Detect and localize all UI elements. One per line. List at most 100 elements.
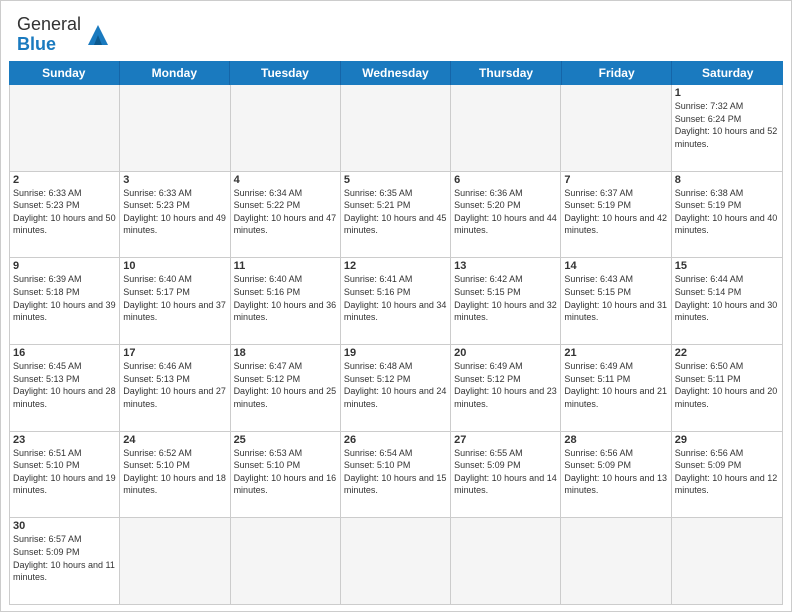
day-cell-15: 15Sunrise: 6:44 AMSunset: 5:14 PMDayligh… xyxy=(672,258,782,344)
day-cell-17: 17Sunrise: 6:46 AMSunset: 5:13 PMDayligh… xyxy=(120,345,230,431)
day-number: 2 xyxy=(13,174,116,186)
day-number: 8 xyxy=(675,174,779,186)
sun-info: Sunrise: 6:56 AMSunset: 5:09 PMDaylight:… xyxy=(564,447,667,497)
col-header-wednesday: Wednesday xyxy=(341,61,452,85)
sun-info: Sunrise: 6:52 AMSunset: 5:10 PMDaylight:… xyxy=(123,447,226,497)
day-number: 13 xyxy=(454,260,557,272)
sun-info: Sunrise: 6:38 AMSunset: 5:19 PMDaylight:… xyxy=(675,187,779,237)
day-cell-empty-5-6 xyxy=(672,518,782,604)
sun-info: Sunrise: 6:40 AMSunset: 5:17 PMDaylight:… xyxy=(123,273,226,323)
week-row-5: 30Sunrise: 6:57 AMSunset: 5:09 PMDayligh… xyxy=(10,518,782,604)
day-number: 22 xyxy=(675,347,779,359)
day-number: 6 xyxy=(454,174,557,186)
sun-info: Sunrise: 6:51 AMSunset: 5:10 PMDaylight:… xyxy=(13,447,116,497)
sun-info: Sunrise: 6:33 AMSunset: 5:23 PMDaylight:… xyxy=(123,187,226,237)
day-number: 30 xyxy=(13,520,116,532)
day-cell-26: 26Sunrise: 6:54 AMSunset: 5:10 PMDayligh… xyxy=(341,432,451,518)
day-number: 29 xyxy=(675,434,779,446)
day-number: 24 xyxy=(123,434,226,446)
day-number: 15 xyxy=(675,260,779,272)
sun-info: Sunrise: 6:44 AMSunset: 5:14 PMDaylight:… xyxy=(675,273,779,323)
calendar-body: 1Sunrise: 7:32 AMSunset: 6:24 PMDaylight… xyxy=(9,85,783,605)
day-number: 7 xyxy=(564,174,667,186)
day-cell-18: 18Sunrise: 6:47 AMSunset: 5:12 PMDayligh… xyxy=(231,345,341,431)
day-cell-empty-0-4 xyxy=(451,85,561,171)
sun-info: Sunrise: 6:50 AMSunset: 5:11 PMDaylight:… xyxy=(675,360,779,410)
week-row-2: 9Sunrise: 6:39 AMSunset: 5:18 PMDaylight… xyxy=(10,258,782,345)
day-cell-29: 29Sunrise: 6:56 AMSunset: 5:09 PMDayligh… xyxy=(672,432,782,518)
sun-info: Sunrise: 6:57 AMSunset: 5:09 PMDaylight:… xyxy=(13,533,116,583)
sun-info: Sunrise: 6:54 AMSunset: 5:10 PMDaylight:… xyxy=(344,447,447,497)
sun-info: Sunrise: 6:42 AMSunset: 5:15 PMDaylight:… xyxy=(454,273,557,323)
day-number: 1 xyxy=(675,87,779,99)
day-cell-empty-5-4 xyxy=(451,518,561,604)
sun-info: Sunrise: 7:32 AMSunset: 6:24 PMDaylight:… xyxy=(675,100,779,150)
day-cell-20: 20Sunrise: 6:49 AMSunset: 5:12 PMDayligh… xyxy=(451,345,561,431)
day-cell-11: 11Sunrise: 6:40 AMSunset: 5:16 PMDayligh… xyxy=(231,258,341,344)
day-number: 10 xyxy=(123,260,226,272)
day-number: 12 xyxy=(344,260,447,272)
day-cell-3: 3Sunrise: 6:33 AMSunset: 5:23 PMDaylight… xyxy=(120,172,230,258)
day-number: 19 xyxy=(344,347,447,359)
sun-info: Sunrise: 6:56 AMSunset: 5:09 PMDaylight:… xyxy=(675,447,779,497)
day-number: 3 xyxy=(123,174,226,186)
sun-info: Sunrise: 6:46 AMSunset: 5:13 PMDaylight:… xyxy=(123,360,226,410)
header: General Blue xyxy=(1,1,791,61)
calendar-header-row: SundayMondayTuesdayWednesdayThursdayFrid… xyxy=(9,61,783,85)
sun-info: Sunrise: 6:43 AMSunset: 5:15 PMDaylight:… xyxy=(564,273,667,323)
week-row-4: 23Sunrise: 6:51 AMSunset: 5:10 PMDayligh… xyxy=(10,432,782,519)
week-row-3: 16Sunrise: 6:45 AMSunset: 5:13 PMDayligh… xyxy=(10,345,782,432)
day-cell-27: 27Sunrise: 6:55 AMSunset: 5:09 PMDayligh… xyxy=(451,432,561,518)
logo-icon xyxy=(84,21,112,49)
day-number: 14 xyxy=(564,260,667,272)
day-number: 9 xyxy=(13,260,116,272)
day-number: 27 xyxy=(454,434,557,446)
sun-info: Sunrise: 6:41 AMSunset: 5:16 PMDaylight:… xyxy=(344,273,447,323)
logo-blue: Blue xyxy=(17,34,56,54)
col-header-sunday: Sunday xyxy=(9,61,120,85)
sun-info: Sunrise: 6:37 AMSunset: 5:19 PMDaylight:… xyxy=(564,187,667,237)
day-cell-24: 24Sunrise: 6:52 AMSunset: 5:10 PMDayligh… xyxy=(120,432,230,518)
day-cell-empty-0-0 xyxy=(10,85,120,171)
day-cell-22: 22Sunrise: 6:50 AMSunset: 5:11 PMDayligh… xyxy=(672,345,782,431)
day-cell-empty-5-5 xyxy=(561,518,671,604)
col-header-thursday: Thursday xyxy=(451,61,562,85)
sun-info: Sunrise: 6:49 AMSunset: 5:11 PMDaylight:… xyxy=(564,360,667,410)
day-cell-25: 25Sunrise: 6:53 AMSunset: 5:10 PMDayligh… xyxy=(231,432,341,518)
day-number: 23 xyxy=(13,434,116,446)
day-cell-6: 6Sunrise: 6:36 AMSunset: 5:20 PMDaylight… xyxy=(451,172,561,258)
day-number: 25 xyxy=(234,434,337,446)
day-number: 5 xyxy=(344,174,447,186)
day-cell-5: 5Sunrise: 6:35 AMSunset: 5:21 PMDaylight… xyxy=(341,172,451,258)
sun-info: Sunrise: 6:35 AMSunset: 5:21 PMDaylight:… xyxy=(344,187,447,237)
calendar-page: General Blue SundayMondayTuesdayWednesda… xyxy=(0,0,792,612)
sun-info: Sunrise: 6:39 AMSunset: 5:18 PMDaylight:… xyxy=(13,273,116,323)
col-header-friday: Friday xyxy=(562,61,673,85)
logo-text: General Blue xyxy=(17,14,81,54)
sun-info: Sunrise: 6:48 AMSunset: 5:12 PMDaylight:… xyxy=(344,360,447,410)
day-cell-10: 10Sunrise: 6:40 AMSunset: 5:17 PMDayligh… xyxy=(120,258,230,344)
day-cell-19: 19Sunrise: 6:48 AMSunset: 5:12 PMDayligh… xyxy=(341,345,451,431)
day-number: 18 xyxy=(234,347,337,359)
day-cell-2: 2Sunrise: 6:33 AMSunset: 5:23 PMDaylight… xyxy=(10,172,120,258)
day-cell-empty-0-1 xyxy=(120,85,230,171)
day-cell-1: 1Sunrise: 7:32 AMSunset: 6:24 PMDaylight… xyxy=(672,85,782,171)
day-cell-28: 28Sunrise: 6:56 AMSunset: 5:09 PMDayligh… xyxy=(561,432,671,518)
col-header-monday: Monday xyxy=(120,61,231,85)
sun-info: Sunrise: 6:47 AMSunset: 5:12 PMDaylight:… xyxy=(234,360,337,410)
sun-info: Sunrise: 6:33 AMSunset: 5:23 PMDaylight:… xyxy=(13,187,116,237)
logo-general: General xyxy=(17,14,81,34)
day-cell-empty-5-1 xyxy=(120,518,230,604)
day-cell-4: 4Sunrise: 6:34 AMSunset: 5:22 PMDaylight… xyxy=(231,172,341,258)
day-cell-13: 13Sunrise: 6:42 AMSunset: 5:15 PMDayligh… xyxy=(451,258,561,344)
calendar: SundayMondayTuesdayWednesdayThursdayFrid… xyxy=(9,61,783,605)
sun-info: Sunrise: 6:55 AMSunset: 5:09 PMDaylight:… xyxy=(454,447,557,497)
day-number: 20 xyxy=(454,347,557,359)
day-cell-16: 16Sunrise: 6:45 AMSunset: 5:13 PMDayligh… xyxy=(10,345,120,431)
day-cell-empty-5-2 xyxy=(231,518,341,604)
day-number: 4 xyxy=(234,174,337,186)
day-cell-empty-0-2 xyxy=(231,85,341,171)
day-cell-empty-0-5 xyxy=(561,85,671,171)
day-cell-empty-5-3 xyxy=(341,518,451,604)
day-number: 28 xyxy=(564,434,667,446)
